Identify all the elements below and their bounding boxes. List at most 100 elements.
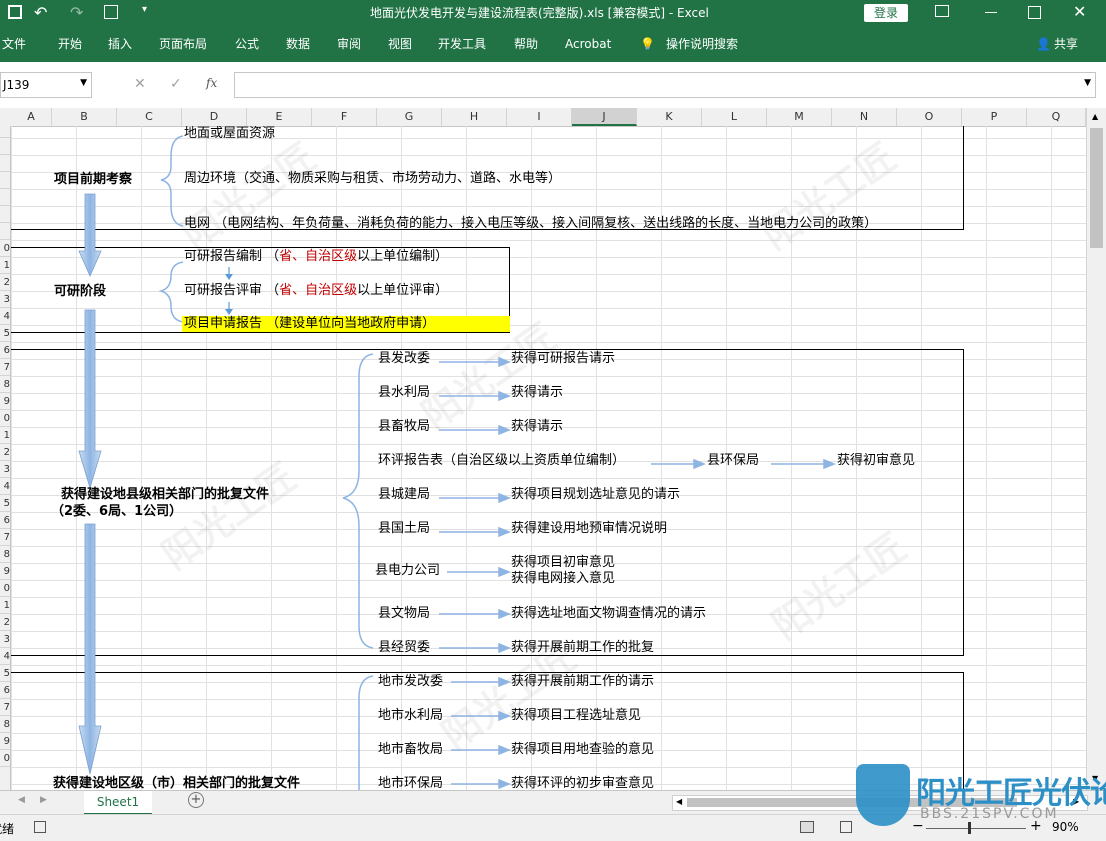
vertical-scrollbar[interactable]: ▲ ▼ [1086, 108, 1106, 790]
maximize-icon[interactable] [1028, 6, 1041, 19]
column-header[interactable]: N [832, 108, 897, 126]
tab-file[interactable]: 文件 [2, 26, 26, 62]
column-header[interactable]: D [182, 108, 247, 126]
row-header[interactable] [0, 223, 10, 240]
row-header[interactable]: 3 [0, 461, 10, 478]
undo-icon[interactable]: ↶ [34, 3, 47, 22]
column-header[interactable]: I [507, 108, 572, 126]
tab-data[interactable]: 数据 [286, 26, 310, 62]
row-header[interactable]: 9 [0, 733, 10, 750]
row-header[interactable]: 0 [0, 580, 10, 597]
tell-me-search[interactable]: 操作说明搜索 [666, 26, 738, 62]
tab-view[interactable]: 视图 [388, 26, 412, 62]
ribbon-display-icon[interactable] [935, 5, 949, 17]
row-header[interactable] [0, 172, 10, 189]
insert-function-icon[interactable]: fx [206, 76, 217, 90]
row-header[interactable]: 4 [0, 478, 10, 495]
page-layout-view-icon[interactable] [840, 821, 852, 833]
row-header[interactable]: 0 [0, 410, 10, 427]
column-header[interactable]: E [247, 108, 312, 126]
row-header[interactable]: 6 [0, 682, 10, 699]
sheet-tab-sheet1[interactable]: Sheet1 [84, 791, 152, 815]
row-header[interactable]: 7 [0, 359, 10, 376]
dept-label: 地市发改委 [378, 674, 444, 689]
tab-home[interactable]: 开始 [58, 26, 82, 62]
row-header[interactable]: 5 [0, 325, 10, 342]
save-icon[interactable] [8, 5, 22, 19]
row-header[interactable]: 0 [0, 240, 10, 257]
minimize-icon[interactable] [985, 12, 997, 13]
macro-record-icon[interactable] [34, 821, 46, 833]
name-box[interactable]: J139 ▼ [0, 72, 92, 98]
enter-icon[interactable]: ✓ [170, 76, 182, 92]
column-header[interactable]: O [897, 108, 962, 126]
row-header[interactable]: 9 [0, 393, 10, 410]
formula-input[interactable]: ▼ [234, 72, 1096, 98]
column-header[interactable]: A [11, 108, 52, 126]
row-header[interactable]: 3 [0, 291, 10, 308]
column-header[interactable]: M [767, 108, 832, 126]
column-header[interactable]: K [637, 108, 702, 126]
column-header[interactable]: L [702, 108, 767, 126]
row-header[interactable] [0, 126, 10, 138]
tab-insert[interactable]: 插入 [108, 26, 132, 62]
row-header[interactable]: 2 [0, 444, 10, 461]
customize-toolbar-icon[interactable]: ▾ [142, 4, 147, 15]
tab-review[interactable]: 审阅 [337, 26, 361, 62]
row-header[interactable] [0, 189, 10, 206]
normal-view-icon[interactable] [800, 821, 814, 833]
scroll-thumb[interactable] [1090, 128, 1103, 248]
close-icon[interactable]: ✕ [1073, 2, 1086, 21]
share-button[interactable]: 共享 [1054, 26, 1078, 62]
column-header[interactable]: J [572, 108, 637, 126]
add-sheet-button[interactable]: + [188, 792, 204, 808]
row-header[interactable]: 8 [0, 376, 10, 393]
row-header[interactable]: 9 [0, 563, 10, 580]
column-header[interactable]: F [312, 108, 377, 126]
row-header[interactable]: 1 [0, 427, 10, 444]
column-header[interactable]: B [52, 108, 117, 126]
row-header[interactable]: 4 [0, 308, 10, 325]
row-header[interactable]: 8 [0, 546, 10, 563]
column-header[interactable]: C [117, 108, 182, 126]
redo-icon[interactable]: ↷ [70, 3, 83, 22]
result-label: 获得项目规划选址意见的请示 [511, 487, 681, 502]
tab-developer[interactable]: 开发工具 [438, 26, 486, 62]
tab-help[interactable]: 帮助 [514, 26, 538, 62]
tab-acrobat[interactable]: Acrobat [565, 26, 611, 62]
cancel-icon[interactable]: ✕ [134, 76, 146, 92]
stage3-title: 获得建设地县级相关部门的批复文件 [61, 487, 270, 502]
row-header[interactable]: 6 [0, 342, 10, 359]
row-header[interactable]: 4 [0, 648, 10, 665]
row-header[interactable]: 7 [0, 699, 10, 716]
row-header[interactable]: 1 [0, 597, 10, 614]
scroll-up-icon[interactable]: ▲ [1092, 112, 1098, 121]
row-header[interactable]: 2 [0, 614, 10, 631]
row-header[interactable]: 3 [0, 631, 10, 648]
row-header[interactable]: 0 [0, 750, 10, 767]
chevron-down-icon[interactable]: ▼ [80, 78, 87, 88]
row-header[interactable] [0, 138, 10, 155]
column-header[interactable]: H [442, 108, 507, 126]
touch-mode-icon[interactable] [104, 5, 118, 19]
row-header[interactable]: 1 [0, 257, 10, 274]
row-header[interactable]: 5 [0, 665, 10, 682]
column-header[interactable]: Q [1027, 108, 1086, 126]
tab-formulas[interactable]: 公式 [235, 26, 259, 62]
column-header[interactable]: G [377, 108, 442, 126]
row-header[interactable]: 7 [0, 529, 10, 546]
row-header[interactable] [0, 206, 10, 223]
next-sheet-icon[interactable]: ▶ [40, 795, 47, 805]
row-header[interactable]: 6 [0, 512, 10, 529]
row-header[interactable]: 8 [0, 716, 10, 733]
worksheet-grid[interactable]: 阳光工匠 阳光工匠 阳光工匠 阳光工匠 阳光工匠 阳光工匠 项目前期考察 地面或… [11, 126, 1086, 790]
prev-sheet-icon[interactable]: ◀ [18, 795, 25, 805]
scroll-left-icon[interactable]: ◀ [676, 797, 682, 806]
row-header[interactable] [0, 155, 10, 172]
expand-formula-icon[interactable]: ▼ [1084, 78, 1091, 88]
row-header[interactable]: 2 [0, 274, 10, 291]
row-header[interactable]: 5 [0, 495, 10, 512]
login-button[interactable]: 登录 [864, 4, 908, 22]
column-header[interactable]: P [962, 108, 1027, 126]
tab-page-layout[interactable]: 页面布局 [159, 26, 207, 62]
